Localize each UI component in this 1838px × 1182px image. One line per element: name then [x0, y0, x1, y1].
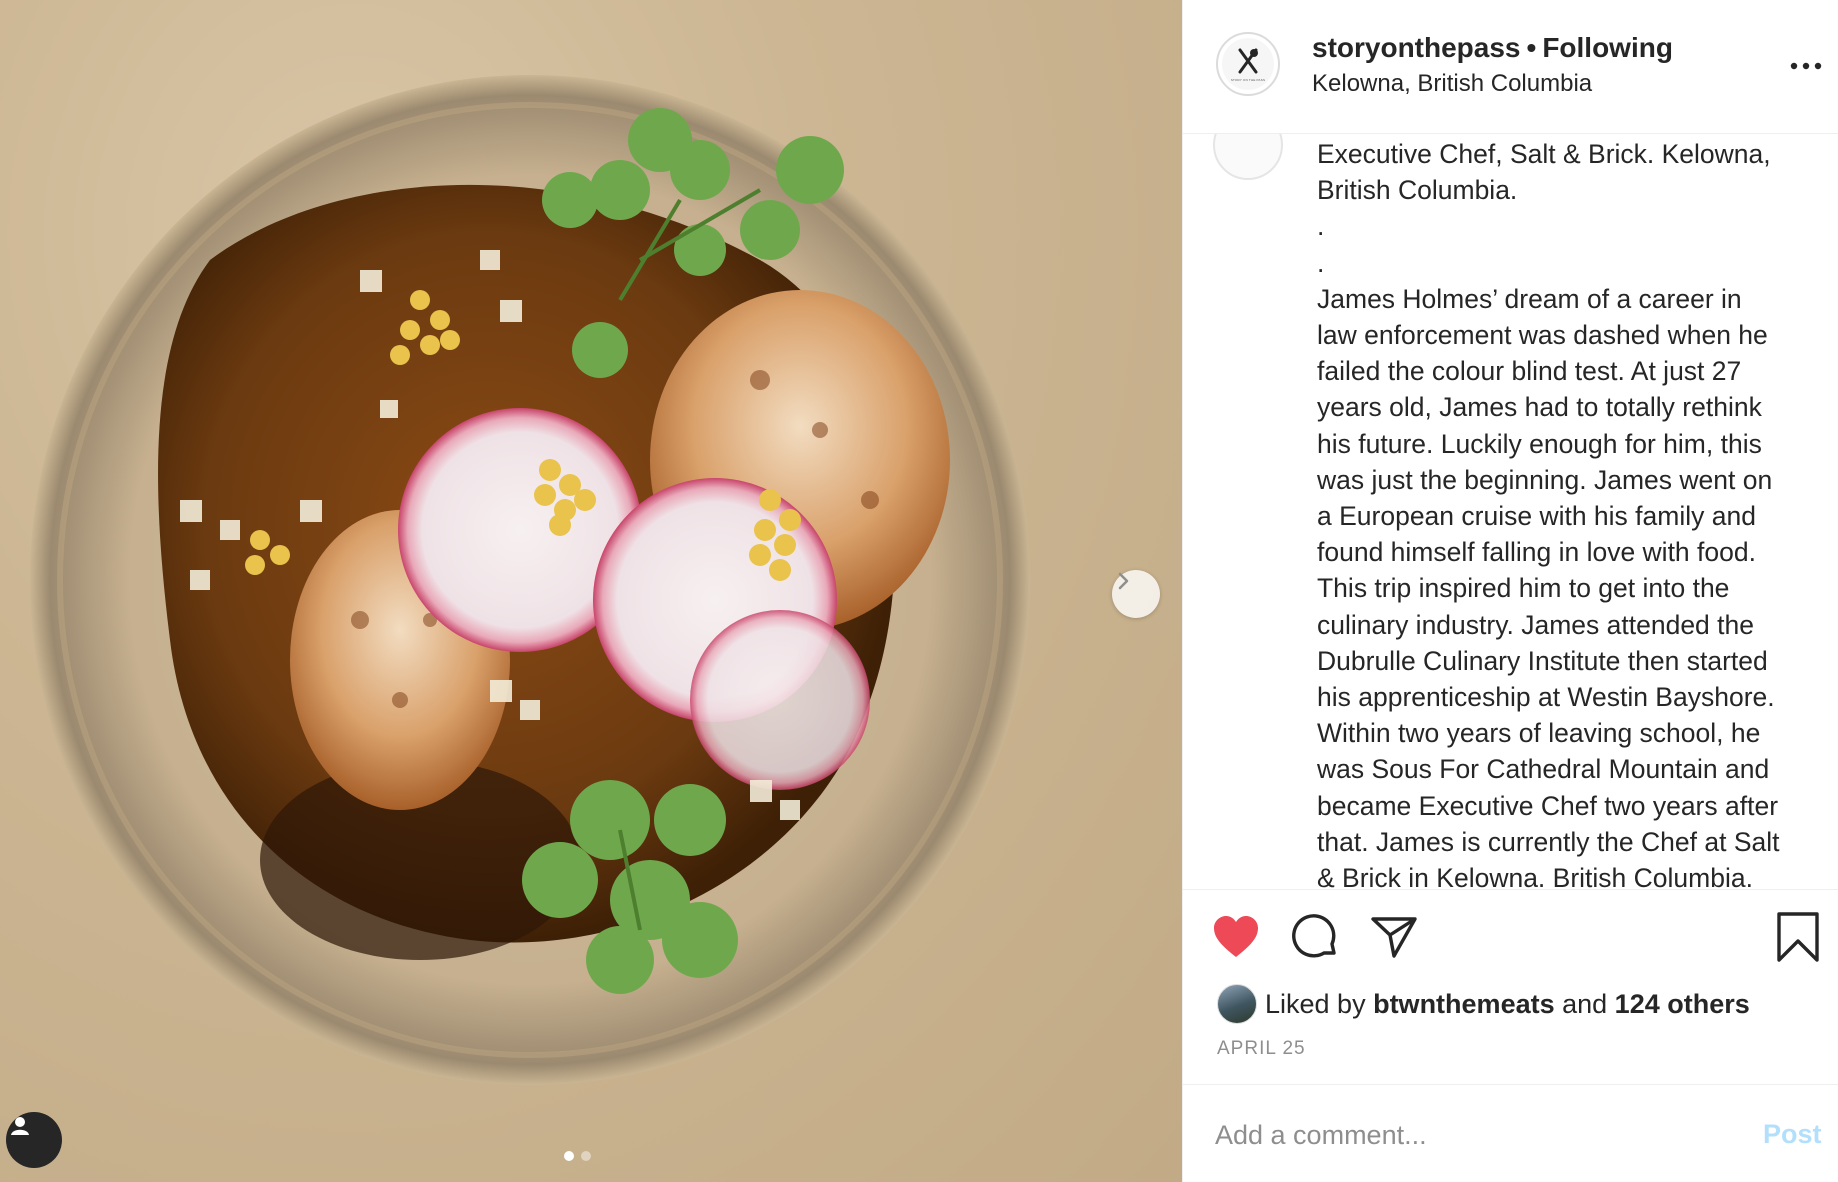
caption-line: culinary industry. James attended the — [1317, 609, 1754, 640]
bookmark-icon — [1777, 912, 1819, 962]
post-location[interactable]: Kelowna, British Columbia — [1312, 70, 1592, 98]
fork-knife-icon — [1238, 48, 1258, 74]
author-avatar[interactable]: STORY ON THE PASS — [1216, 32, 1280, 96]
liker-avatar[interactable] — [1217, 984, 1257, 1024]
caption-line: & Brick in Kelowna. British Columbia. — [1317, 863, 1753, 889]
author-avatar-logo: STORY ON THE PASS — [1222, 38, 1274, 90]
heart-filled-icon — [1214, 916, 1258, 957]
post-actions: Liked by btwnthemeats and 124 others APR… — [1183, 889, 1838, 1084]
like-button[interactable] — [1211, 912, 1261, 962]
post-side-panel: STORY ON THE PASS storyonthepass • Followi… — [1182, 0, 1838, 1182]
post-photo[interactable] — [0, 0, 1182, 1182]
user-icon — [11, 1117, 29, 1135]
caption-line: was Sous For Cathedral Mountain and — [1317, 754, 1770, 785]
caption-line: his future. Luckily enough for him, this — [1317, 428, 1762, 459]
caption-line: This trip inspired him to get into the — [1317, 573, 1730, 604]
avatar-caption: STORY ON THE PASS — [1230, 78, 1266, 82]
caption-line: failed the colour blind test. At just 27 — [1317, 356, 1742, 387]
likes-others-link[interactable]: 124 others — [1615, 989, 1750, 1020]
header-separator: • — [1526, 32, 1537, 63]
caption-line: law enforcement was dashed when he — [1317, 320, 1768, 351]
paper-plane-icon — [1371, 917, 1417, 958]
caption-scroll-area[interactable]: Executive Chef, Salt & Brick. Kelowna, Br… — [1183, 134, 1838, 889]
caption-line: years old, James had to totally rethink — [1317, 392, 1762, 423]
caption-line: . — [1317, 247, 1325, 278]
likes-prefix: Liked by — [1265, 988, 1374, 1019]
author-username[interactable]: storyonthepass — [1312, 32, 1521, 63]
comment-input[interactable] — [1215, 1115, 1735, 1155]
caption-line: a European cruise with his family and — [1317, 501, 1756, 532]
plated-scallop-dish-photo — [30, 75, 1030, 1085]
follow-status-button[interactable]: Following — [1542, 32, 1673, 63]
caption-line: found himself falling in love with food. — [1317, 537, 1756, 568]
post-date[interactable]: APRIL 25 — [1217, 1038, 1306, 1060]
caption-line: was just the beginning. James went on — [1317, 464, 1773, 495]
caption-line: Within two years of leaving school, he — [1317, 718, 1761, 749]
liker-username[interactable]: btwnthemeats — [1373, 989, 1555, 1020]
likes-summary: Liked by btwnthemeats and 124 others — [1217, 984, 1750, 1024]
caption-line: became Executive Chef two years after — [1317, 790, 1779, 821]
post-caption: Executive Chef, Salt & Brick. Kelowna, Br… — [1317, 136, 1829, 889]
comment-button[interactable] — [1291, 912, 1341, 962]
share-button[interactable] — [1369, 912, 1419, 962]
carousel-indicator — [564, 1151, 591, 1161]
post-comment-button[interactable]: Post — [1763, 1119, 1822, 1150]
caption-line: . — [1317, 211, 1325, 242]
save-button[interactable] — [1775, 910, 1821, 964]
more-horizontal-icon — [1790, 62, 1822, 70]
likes-connector: and — [1554, 988, 1615, 1019]
carousel-dot — [581, 1151, 591, 1161]
comment-bubble-icon — [1292, 914, 1336, 958]
chevron-right-icon — [1118, 572, 1129, 590]
caption-line: James Holmes’ dream of a career in — [1317, 283, 1742, 314]
profile-button[interactable] — [6, 1112, 62, 1168]
post-header: STORY ON THE PASS storyonthepass • Followi… — [1183, 0, 1838, 134]
more-options-button[interactable] — [1788, 48, 1824, 84]
author-line: storyonthepass • Following — [1312, 32, 1673, 64]
caption-line: his apprenticeship at Westin Bayshore. — [1317, 682, 1775, 713]
carousel-dot-active — [564, 1151, 574, 1161]
comment-form: Post — [1183, 1084, 1838, 1182]
caption-line: Dubrulle Culinary Institute then started — [1317, 645, 1768, 676]
caption-line: Executive Chef, Salt & Brick. Kelowna, — [1317, 139, 1771, 169]
caption-author-avatar[interactable] — [1213, 134, 1283, 180]
caption-line: that. James is currently the Chef at Sal… — [1317, 826, 1780, 857]
next-photo-button[interactable] — [1112, 570, 1160, 618]
caption-line: British Columbia. — [1317, 175, 1518, 206]
